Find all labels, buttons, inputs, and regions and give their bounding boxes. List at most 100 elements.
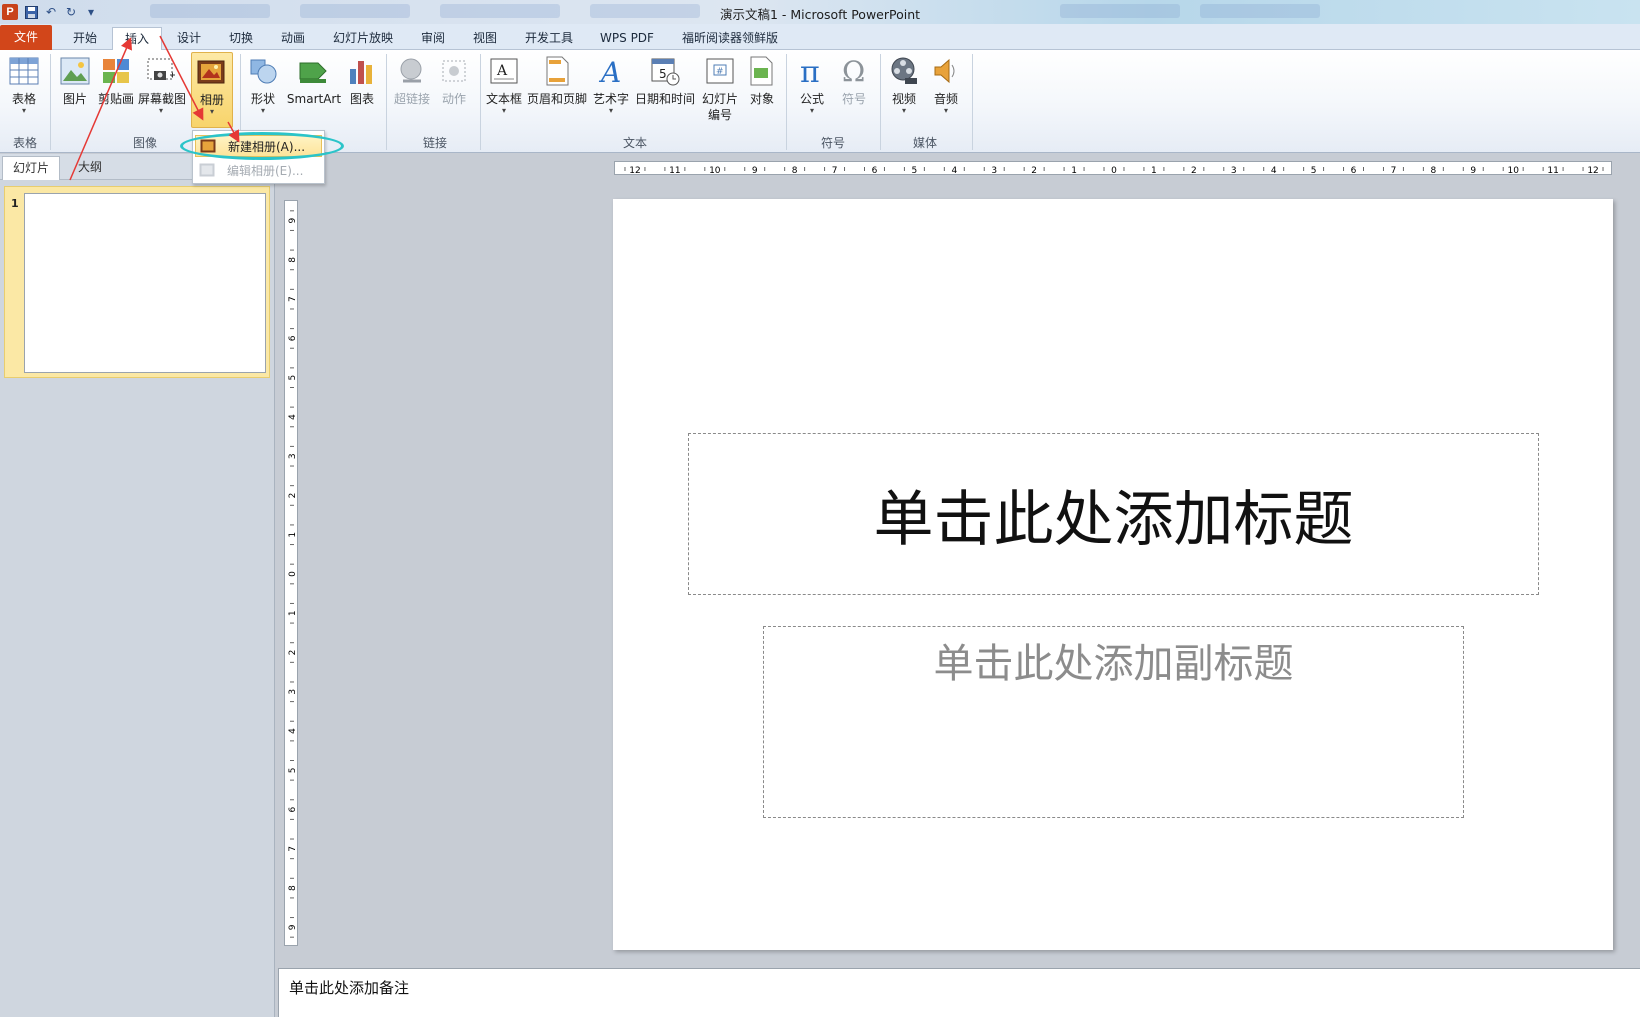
edit-album-menu-item[interactable]: 编辑相册(E)...: [195, 159, 322, 181]
slide-thumbnail-selected[interactable]: 1: [4, 186, 270, 378]
ruler-tick-label: 1: [1151, 166, 1157, 176]
wordart-icon: A: [595, 55, 627, 87]
svg-text:A: A: [598, 56, 621, 86]
chevron-down-icon: ▾: [501, 106, 506, 115]
ruler-tick-label: 3: [288, 453, 298, 459]
title-placeholder[interactable]: 单击此处添加标题: [688, 433, 1539, 595]
ruler-tick-label: 8: [1430, 166, 1436, 176]
ribbon-tabs: 文件 开始 插入 设计 切换 动画 幻灯片放映 审阅 视图 开发工具 WPS P…: [0, 24, 1640, 51]
shapes-icon: [247, 55, 279, 87]
ruler-tick-label: 3: [288, 689, 298, 695]
ruler-tick-label: 6: [288, 806, 298, 812]
group-divider: [972, 54, 973, 150]
clipart-icon: [100, 55, 132, 87]
chart-icon: [346, 55, 378, 87]
tab-file[interactable]: 文件: [0, 25, 52, 50]
group-divider: [50, 54, 51, 150]
chevron-down-icon: ▾: [809, 106, 814, 115]
ruler-tick-label: 9: [288, 217, 298, 223]
group-label-symbols: 符号: [820, 136, 845, 150]
ruler-tick-label: 12: [629, 166, 640, 176]
slide-thumbnail[interactable]: [24, 193, 266, 373]
video-button[interactable]: 视频 ▾: [884, 52, 924, 126]
omega-icon: Ω: [838, 55, 870, 87]
tab-slideshow[interactable]: 幻灯片放映: [322, 27, 404, 50]
tab-developer[interactable]: 开发工具: [516, 27, 582, 50]
tab-slides[interactable]: 幻灯片: [2, 156, 61, 180]
shapes-button[interactable]: 形状 ▾: [244, 52, 282, 126]
tab-transitions[interactable]: 切换: [216, 27, 266, 50]
hyperlink-button[interactable]: 超链接: [390, 52, 434, 126]
chevron-down-icon: ▾: [260, 106, 265, 115]
picture-icon: [59, 55, 91, 87]
tab-design[interactable]: 设计: [164, 27, 214, 50]
svg-text:π: π: [800, 56, 820, 86]
ruler-tick-label: 5: [1311, 166, 1317, 176]
tab-insert[interactable]: 插入: [112, 27, 162, 51]
wordart-button[interactable]: A 艺术字 ▾: [590, 52, 632, 126]
ruler-tick-label: 8: [288, 885, 298, 891]
object-icon: [746, 55, 778, 87]
ruler-tick-label: 2: [1031, 166, 1037, 176]
tab-home[interactable]: 开始: [60, 27, 110, 50]
smartart-icon: [298, 55, 330, 87]
audio-button[interactable]: 音频 ▾: [926, 52, 966, 126]
tab-outline[interactable]: 大纲: [68, 156, 112, 180]
svg-text:A: A: [496, 63, 508, 79]
ruler-tick-label: 9: [288, 924, 298, 930]
tab-animations[interactable]: 动画: [268, 27, 318, 50]
album-button[interactable]: 相册 ▾: [191, 52, 233, 128]
slide-number: 1: [11, 197, 19, 210]
ruler-tick-label: 2: [288, 650, 298, 656]
ruler-tick-label: 12: [1587, 166, 1598, 176]
chevron-down-icon: ▾: [608, 106, 613, 115]
tab-wps-pdf[interactable]: WPS PDF: [592, 27, 662, 50]
screenshot-button[interactable]: 屏幕截图 ▾: [138, 52, 186, 126]
tab-review[interactable]: 审阅: [408, 27, 458, 50]
horizontal-ruler: 12 11 10 9 8 7 6 5 4 3 2 1 0 1 2 3 4 5 6 7 8 9 10 11 12: [614, 161, 1612, 176]
header-footer-icon: [541, 55, 573, 87]
table-button[interactable]: 表格 ▾: [4, 52, 44, 126]
smartart-button[interactable]: SmartArt: [286, 52, 342, 126]
photo-album-icon: [196, 56, 228, 88]
textbox-button[interactable]: A 文本框 ▾: [484, 52, 524, 126]
ruler-tick-label: 4: [288, 414, 298, 420]
slide-canvas[interactable]: 单击此处添加标题 单击此处添加副标题: [613, 199, 1613, 950]
chart-button[interactable]: 图表: [344, 52, 380, 126]
group-divider: [786, 54, 787, 150]
clipart-button[interactable]: 剪贴画: [96, 52, 136, 126]
subtitle-placeholder[interactable]: 单击此处添加副标题: [763, 626, 1464, 818]
tab-view[interactable]: 视图: [460, 27, 510, 50]
ruler-tick-label: 5: [288, 375, 298, 381]
chevron-down-icon: ▾: [209, 107, 214, 116]
ruler-tick-label: 7: [288, 846, 298, 852]
ruler-tick-label: 6: [1351, 166, 1357, 176]
group-label-links: 链接: [422, 136, 447, 150]
slide-number-button[interactable]: # 幻灯片 编号: [698, 52, 742, 126]
edit-album-icon: [199, 163, 215, 177]
header-footer-button[interactable]: 页眉和页脚: [526, 52, 588, 126]
ruler-tick-label: 5: [912, 166, 918, 176]
tab-foxit[interactable]: 福昕阅读器领鲜版: [676, 27, 784, 50]
ruler-tick-label: 6: [872, 166, 878, 176]
notes-pane[interactable]: 单击此处添加备注: [278, 968, 1640, 1017]
ruler-tick-label: 11: [1547, 166, 1558, 176]
symbol-button[interactable]: Ω 符号: [834, 52, 874, 126]
chevron-down-icon: ▾: [901, 106, 906, 115]
globe-link-icon: [396, 55, 428, 87]
group-label-text: 文本: [622, 136, 647, 150]
date-time-button[interactable]: 5 日期和时间: [634, 52, 696, 126]
ruler-tick-label: 3: [991, 166, 997, 176]
ruler-tick-label: 5: [288, 767, 298, 773]
group-label-media: 媒体: [912, 136, 937, 150]
ruler-tick-label: 1: [288, 532, 298, 538]
ruler-tick-label: 4: [1271, 166, 1277, 176]
picture-button[interactable]: 图片: [56, 52, 94, 126]
group-divider: [880, 54, 881, 150]
notes-placeholder: 单击此处添加备注: [289, 979, 410, 997]
ruler-tick-label: 1: [288, 610, 298, 616]
object-button[interactable]: 对象: [744, 52, 780, 126]
action-button[interactable]: 动作: [436, 52, 472, 126]
equation-button[interactable]: π 公式 ▾: [792, 52, 832, 126]
ruler-tick-label: 2: [288, 493, 298, 499]
